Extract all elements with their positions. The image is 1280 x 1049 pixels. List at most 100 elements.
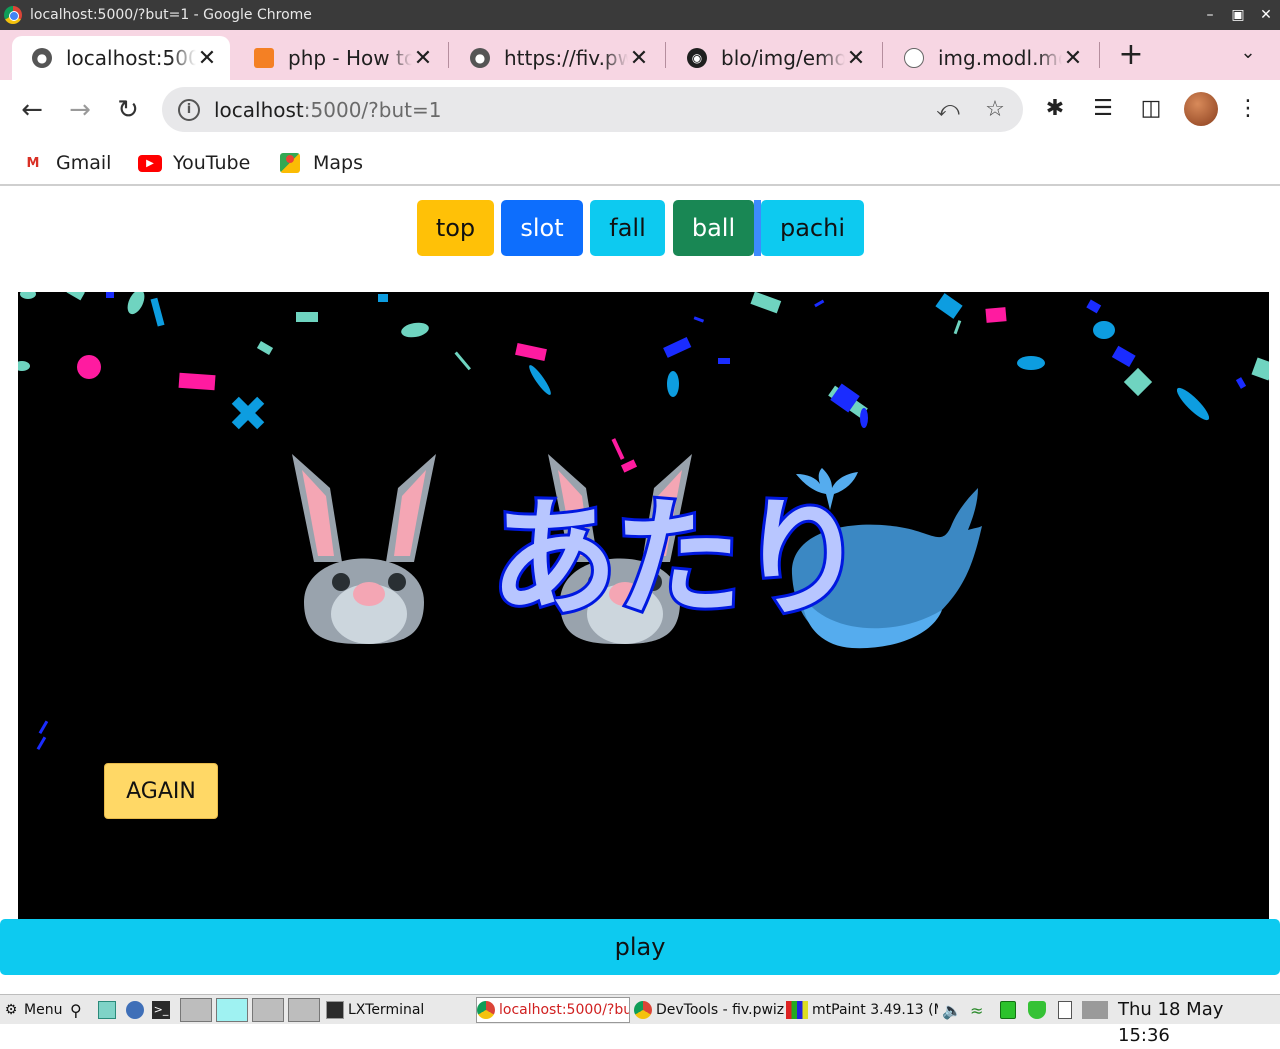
stackoverflow-icon	[254, 48, 274, 68]
terminal-launcher-icon[interactable]: >_	[152, 997, 174, 1023]
taskbar-app-lxterminal[interactable]: LXTerminal	[326, 997, 474, 1023]
address-bar[interactable]: i localhost:5000/?but=1 ⤺ ☆	[162, 87, 1023, 132]
rabbit-face-icon	[292, 454, 436, 644]
top-button[interactable]: top	[417, 200, 494, 256]
tab-separator	[448, 42, 449, 68]
tab-strip: ● localhost:5000 ✕ php - How to ✕ ● http…	[0, 30, 1280, 80]
button-divider	[754, 200, 761, 256]
again-button[interactable]: AGAIN	[104, 763, 218, 819]
taskbar-app-label: localhost:5000/?but	[499, 1002, 630, 1018]
maximize-button[interactable]: ▣	[1224, 0, 1252, 30]
tab-fiv-pw[interactable]: ● https://fiv.pw ✕	[450, 36, 662, 80]
terminal-icon	[326, 1001, 344, 1019]
minimize-button[interactable]: –	[1196, 0, 1224, 30]
tab-blo-img-emo[interactable]: ◉ blo/img/emo ✕	[667, 36, 879, 80]
side-panel-icon[interactable]: ◫	[1136, 94, 1166, 124]
tab-label: img.modl.mo	[938, 46, 1062, 70]
close-tab-icon[interactable]: ✕	[1062, 46, 1084, 71]
close-tab-icon[interactable]: ✕	[845, 46, 867, 71]
tab-label: https://fiv.pw	[504, 46, 628, 70]
wifi-icon[interactable]: ≈	[970, 997, 983, 1023]
slot-button[interactable]: slot	[501, 200, 583, 256]
browser-toolbar: ← → ↻ i localhost:5000/?but=1 ⤺ ☆ ✱ ☰ ◫ …	[0, 80, 1280, 140]
menu-label: Menu	[24, 1002, 63, 1018]
media-queue-icon[interactable]: ☰	[1088, 94, 1118, 124]
browser-launcher-icon[interactable]	[126, 997, 148, 1023]
extensions-icon[interactable]: ✱	[1040, 94, 1070, 124]
back-arrow-icon[interactable]: ←	[14, 92, 50, 128]
workspace-4[interactable]	[288, 998, 320, 1022]
youtube-icon: ▶	[137, 153, 163, 173]
modl-icon	[904, 48, 924, 68]
tab-label: blo/img/emo	[721, 46, 845, 70]
clipboard-icon[interactable]	[1058, 997, 1076, 1023]
result-text: あたり	[487, 482, 869, 637]
start-menu-button[interactable]: ⚙ Menu	[2, 997, 63, 1023]
menu-icon: ⚙	[4, 1002, 18, 1018]
battery-icon[interactable]	[1000, 997, 1020, 1023]
kebab-menu-icon[interactable]: ⋮	[1233, 94, 1263, 124]
taskbar-app-mtpaint[interactable]: mtPaint 3.49.13 (M	[786, 997, 938, 1023]
workspace-2[interactable]	[216, 998, 248, 1022]
mtpaint-icon	[786, 1001, 808, 1019]
tab-label: php - How to	[288, 46, 412, 70]
tab-img-modl[interactable]: img.modl.mo ✕	[884, 36, 1096, 80]
close-tab-icon[interactable]: ✕	[196, 46, 218, 71]
gmail-icon: M	[26, 155, 40, 171]
close-tab-icon[interactable]: ✕	[628, 46, 650, 71]
bookmark-label: YouTube	[173, 152, 251, 174]
close-tab-icon[interactable]: ✕	[412, 46, 434, 71]
globe-icon: ●	[470, 48, 490, 68]
new-tab-icon[interactable]: +	[1116, 40, 1146, 70]
pachi-button[interactable]: pachi	[761, 200, 864, 256]
taskbar-app-label: LXTerminal	[348, 1002, 425, 1018]
window-title: localhost:5000/?but=1 - Google Chrome	[30, 7, 312, 23]
chrome-icon	[634, 1001, 652, 1019]
bookmark-label: Gmail	[56, 152, 112, 174]
bookmark-maps[interactable]: Maps	[277, 148, 363, 178]
maps-icon	[277, 153, 303, 173]
workspace-3[interactable]	[252, 998, 284, 1022]
taskbar-app-label: mtPaint 3.49.13 (M	[812, 1002, 938, 1018]
shield-icon[interactable]	[1028, 997, 1050, 1023]
reload-icon[interactable]: ↻	[110, 92, 146, 128]
github-icon: ◉	[687, 48, 707, 68]
tab-separator	[882, 42, 883, 68]
ball-button[interactable]: ball	[673, 200, 754, 256]
play-button[interactable]: play	[0, 919, 1280, 975]
chrome-icon	[4, 6, 22, 24]
tab-separator	[1099, 42, 1100, 68]
bookmark-label: Maps	[313, 152, 363, 174]
workspace-1[interactable]	[180, 998, 212, 1022]
tab-label: localhost:5000	[66, 46, 196, 70]
taskbar-app-devtools[interactable]: DevTools - fiv.pwiz	[634, 997, 784, 1023]
taskbar-app-label: DevTools - fiv.pwiz	[656, 1002, 784, 1018]
globe-icon: ●	[32, 48, 52, 68]
tray-panel-icon[interactable]	[1082, 997, 1112, 1023]
os-taskbar: ⚙ Menu ⚲ >_ LXTerminal localhost:5000/?b…	[0, 994, 1280, 1046]
window-titlebar: localhost:5000/?but=1 - Google Chrome – …	[0, 0, 1280, 30]
share-icon[interactable]: ⤺	[935, 97, 961, 123]
volume-icon[interactable]: 🔈	[942, 997, 962, 1023]
tab-php-how-to[interactable]: php - How to ✕	[234, 36, 446, 80]
chevron-down-icon[interactable]: ⌄	[1236, 42, 1260, 68]
bookmarks-bar: M Gmail ▶ YouTube Maps	[0, 140, 1280, 186]
search-icon[interactable]: ⚲	[70, 997, 82, 1023]
profile-avatar[interactable]	[1184, 92, 1218, 126]
close-window-button[interactable]: ✕	[1252, 0, 1280, 30]
fall-button[interactable]: fall	[590, 200, 665, 256]
taskbar-app-chrome-localhost[interactable]: localhost:5000/?but	[476, 997, 630, 1023]
star-icon[interactable]: ☆	[982, 97, 1008, 123]
desktop-icon[interactable]	[98, 997, 120, 1023]
info-icon[interactable]: i	[178, 98, 200, 121]
bookmark-gmail[interactable]: M Gmail	[20, 148, 112, 178]
bookmark-youtube[interactable]: ▶ YouTube	[137, 148, 250, 178]
chrome-icon	[477, 1001, 495, 1019]
tab-localhost[interactable]: ● localhost:5000 ✕	[12, 36, 230, 80]
tab-separator	[665, 42, 666, 68]
clock: Thu 18 May 15:36	[1118, 999, 1224, 1046]
window-controls: – ▣ ✕	[1196, 0, 1280, 30]
game-stage: あたり AGAIN	[18, 292, 1269, 919]
url-text[interactable]: localhost:5000/?but=1	[214, 98, 441, 122]
forward-arrow-icon[interactable]: →	[62, 92, 98, 128]
